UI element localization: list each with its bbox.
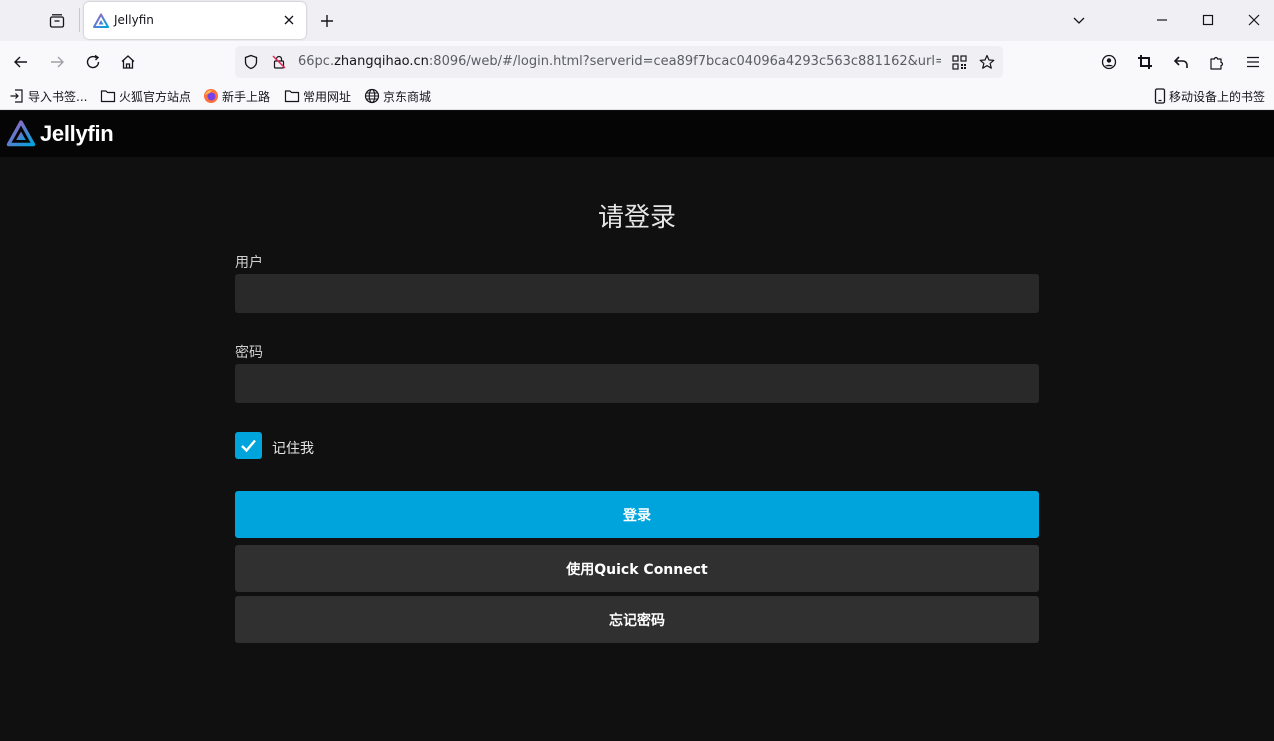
forward-button[interactable]	[44, 49, 70, 75]
tab-title: Jellyfin	[114, 13, 154, 27]
minimize-button[interactable]	[1147, 6, 1177, 34]
new-tab-button[interactable]	[314, 8, 340, 34]
screenshot-button[interactable]	[1132, 49, 1158, 75]
page-title: 请登录	[597, 203, 676, 233]
folder-icon	[284, 90, 300, 103]
username-input[interactable]	[235, 274, 1039, 313]
quick-connect-button[interactable]: 使用Quick Connect	[235, 545, 1039, 592]
checkmark-icon	[241, 439, 256, 453]
qr-code-button[interactable]	[950, 53, 968, 71]
tracking-protection-button[interactable]	[242, 53, 260, 71]
bookmark-jd[interactable]: 京东商城	[364, 87, 431, 105]
reload-icon	[86, 54, 100, 69]
minimize-icon	[1157, 19, 1167, 21]
forgot-password-button[interactable]: 忘记密码	[235, 596, 1039, 643]
jellyfin-logo[interactable]: Jellyfin	[6, 119, 114, 149]
insecure-lock-icon	[272, 55, 286, 69]
chevron-down-icon	[1073, 17, 1085, 24]
login-button[interactable]: 登录	[235, 491, 1039, 538]
folder-icon	[100, 90, 116, 103]
tab-list-icon	[49, 14, 65, 28]
bookmark-mobile[interactable]: 移动设备上的书签	[1154, 87, 1265, 105]
tab-list-button[interactable]	[44, 8, 70, 34]
close-icon	[1248, 14, 1260, 26]
tab-jellyfin[interactable]: Jellyfin	[84, 2, 306, 39]
puzzle-icon	[1210, 56, 1224, 70]
home-icon	[121, 55, 135, 69]
undo-icon	[1173, 56, 1188, 68]
remember-me-checkbox[interactable]	[235, 432, 262, 459]
password-label: 密码	[235, 345, 263, 361]
jellyfin-logo-icon	[6, 120, 36, 147]
bookmark-firefox-official[interactable]: 火狐官方站点	[100, 87, 191, 105]
hamburger-icon	[1247, 56, 1259, 68]
browser-nav-bar: 66pc.zhangqihao.cn:8096/web/#/login.html…	[0, 41, 1274, 83]
account-button[interactable]	[1096, 49, 1122, 75]
remember-me-label: 记住我	[272, 441, 314, 457]
globe-icon	[364, 88, 380, 104]
back-button[interactable]	[8, 49, 34, 75]
shield-icon	[244, 54, 258, 70]
username-label: 用户	[235, 255, 263, 271]
login-page: 请登录 用户 密码 记住我 登录 使用Quick Connect 忘记密码	[0, 157, 1274, 741]
logo-text: Jellyfin	[40, 121, 114, 146]
bookmark-import[interactable]: 导入书签...	[9, 87, 87, 105]
maximize-button[interactable]	[1193, 6, 1223, 34]
arrow-right-icon	[51, 56, 64, 68]
jellyfin-favicon-icon	[93, 13, 109, 28]
window-close-button[interactable]	[1239, 6, 1269, 34]
bookmarks-toolbar: 导入书签... 火狐官方站点 新手上路 常用网址 京东商城 移动设备上的书签	[0, 83, 1274, 110]
bookmark-common-sites[interactable]: 常用网址	[284, 87, 351, 105]
bookmark-star-button[interactable]	[978, 53, 996, 71]
address-bar[interactable]: 66pc.zhangqihao.cn:8096/web/#/login.html…	[235, 46, 1003, 78]
qr-code-icon	[951, 54, 967, 70]
password-input[interactable]	[235, 364, 1039, 403]
arrow-left-icon	[14, 56, 27, 68]
star-icon	[979, 54, 995, 69]
import-icon	[10, 89, 23, 103]
extensions-button[interactable]	[1204, 49, 1230, 75]
tab-separator	[79, 8, 80, 32]
connection-security-button[interactable]	[270, 53, 288, 71]
mobile-icon	[1154, 88, 1166, 104]
tab-close-button[interactable]	[280, 11, 298, 29]
reload-button[interactable]	[80, 49, 106, 75]
plus-icon	[321, 15, 333, 27]
undo-button[interactable]	[1168, 49, 1194, 75]
maximize-icon	[1202, 14, 1214, 26]
account-icon	[1101, 54, 1117, 70]
app-header: Jellyfin	[0, 111, 1274, 157]
close-icon	[284, 15, 294, 25]
bookmark-getting-started[interactable]: 新手上路	[203, 87, 270, 105]
url-text[interactable]: 66pc.zhangqihao.cn:8096/web/#/login.html…	[298, 54, 941, 69]
browser-tab-bar: Jellyfin	[0, 0, 1274, 41]
home-button[interactable]	[115, 49, 141, 75]
list-all-tabs-button[interactable]	[1064, 6, 1094, 34]
crop-icon	[1138, 55, 1152, 69]
firefox-icon	[204, 89, 218, 103]
menu-button[interactable]	[1240, 49, 1266, 75]
